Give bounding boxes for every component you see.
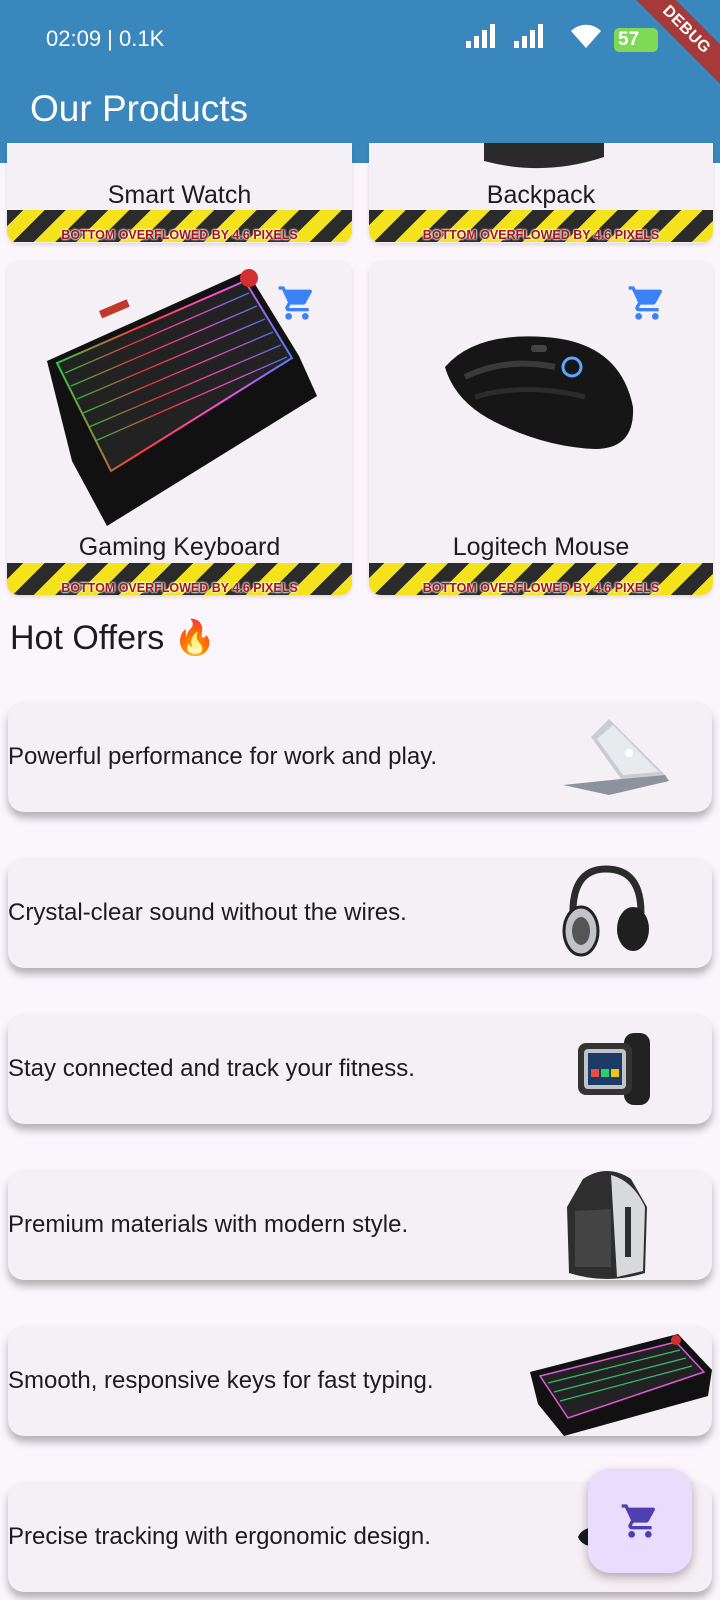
mouse-image [445,336,634,449]
page-title: Our Products [30,88,248,129]
product-card-gaming-keyboard[interactable]: Gaming Keyboard BOTTOM OVERFLOWED BY 4.6… [7,261,352,595]
offer-card[interactable]: Smooth, responsive keys for fast typing. [8,1326,712,1436]
smartwatch-icon [578,1033,650,1105]
product-name: Logitech Mouse [452,533,630,561]
overflow-warning: BOTTOM OVERFLOWED BY 4.6 PIXELS [7,210,352,242]
overflow-warning: BOTTOM OVERFLOWED BY 4.6 PIXELS [369,210,713,242]
headphones-icon [562,865,649,957]
overflow-warning: BOTTOM OVERFLOWED BY 4.6 PIXELS [369,563,713,595]
cart-add-icon[interactable] [627,283,667,323]
battery-level: 57 [618,29,640,50]
offer-text: Smooth, responsive keys for fast typing. [8,1367,434,1394]
product-name: Smart Watch [107,181,252,209]
app-bar: 02:09 | 0.1K 57 Our Products DEBUG [0,0,720,163]
overflow-label: BOTTOM OVERFLOWED BY 4.6 PIXELS [61,581,298,595]
status-time: 02:09 | 0.1K [46,26,165,51]
battery-icon: 57 [614,28,658,52]
overflow-label: BOTTOM OVERFLOWED BY 4.6 PIXELS [422,581,660,595]
offer-card[interactable]: Stay connected and track your fitness. [8,1014,712,1124]
hot-offers-title: Hot Offers 🔥 [10,619,217,657]
backpack-icon [567,1171,647,1279]
wifi-icon [571,24,601,48]
product-card-logitech-mouse[interactable]: Logitech Mouse BOTTOM OVERFLOWED BY 4.6 … [369,261,713,595]
keyboard-icon [530,1334,712,1436]
offer-text: Precise tracking with ergonomic design. [8,1523,431,1550]
offer-card[interactable]: Crystal-clear sound without the wires. [8,858,712,968]
offer-text: Crystal-clear sound without the wires. [8,899,407,926]
offer-card[interactable]: Premium materials with modern style. [8,1170,712,1280]
product-card-backpack[interactable]: Backpack BOTTOM OVERFLOWED BY 4.6 PIXELS [369,143,713,243]
product-name: Backpack [486,181,596,209]
laptop-icon [563,719,669,795]
overflow-label: BOTTOM OVERFLOWED BY 4.6 PIXELS [422,228,660,242]
cart-fab-button[interactable] [588,1469,692,1573]
keyboard-image [47,269,317,526]
signal-icon [466,24,495,48]
offer-card[interactable]: Powerful performance for work and play. [8,702,712,812]
overflow-label: BOTTOM OVERFLOWED BY 4.6 PIXELS [61,228,298,242]
offer-text: Stay connected and track your fitness. [8,1055,415,1082]
backpack-image [484,143,604,169]
product-name: Gaming Keyboard [78,533,281,561]
offer-text: Powerful performance for work and play. [8,743,438,770]
shopping-cart-icon [621,1504,656,1538]
offer-text: Premium materials with modern style. [8,1211,409,1238]
signal-icon-2 [514,24,543,48]
product-card-smart-watch[interactable]: Smart Watch BOTTOM OVERFLOWED BY 4.6 PIX… [7,143,352,243]
overflow-warning: BOTTOM OVERFLOWED BY 4.6 PIXELS [7,563,352,595]
